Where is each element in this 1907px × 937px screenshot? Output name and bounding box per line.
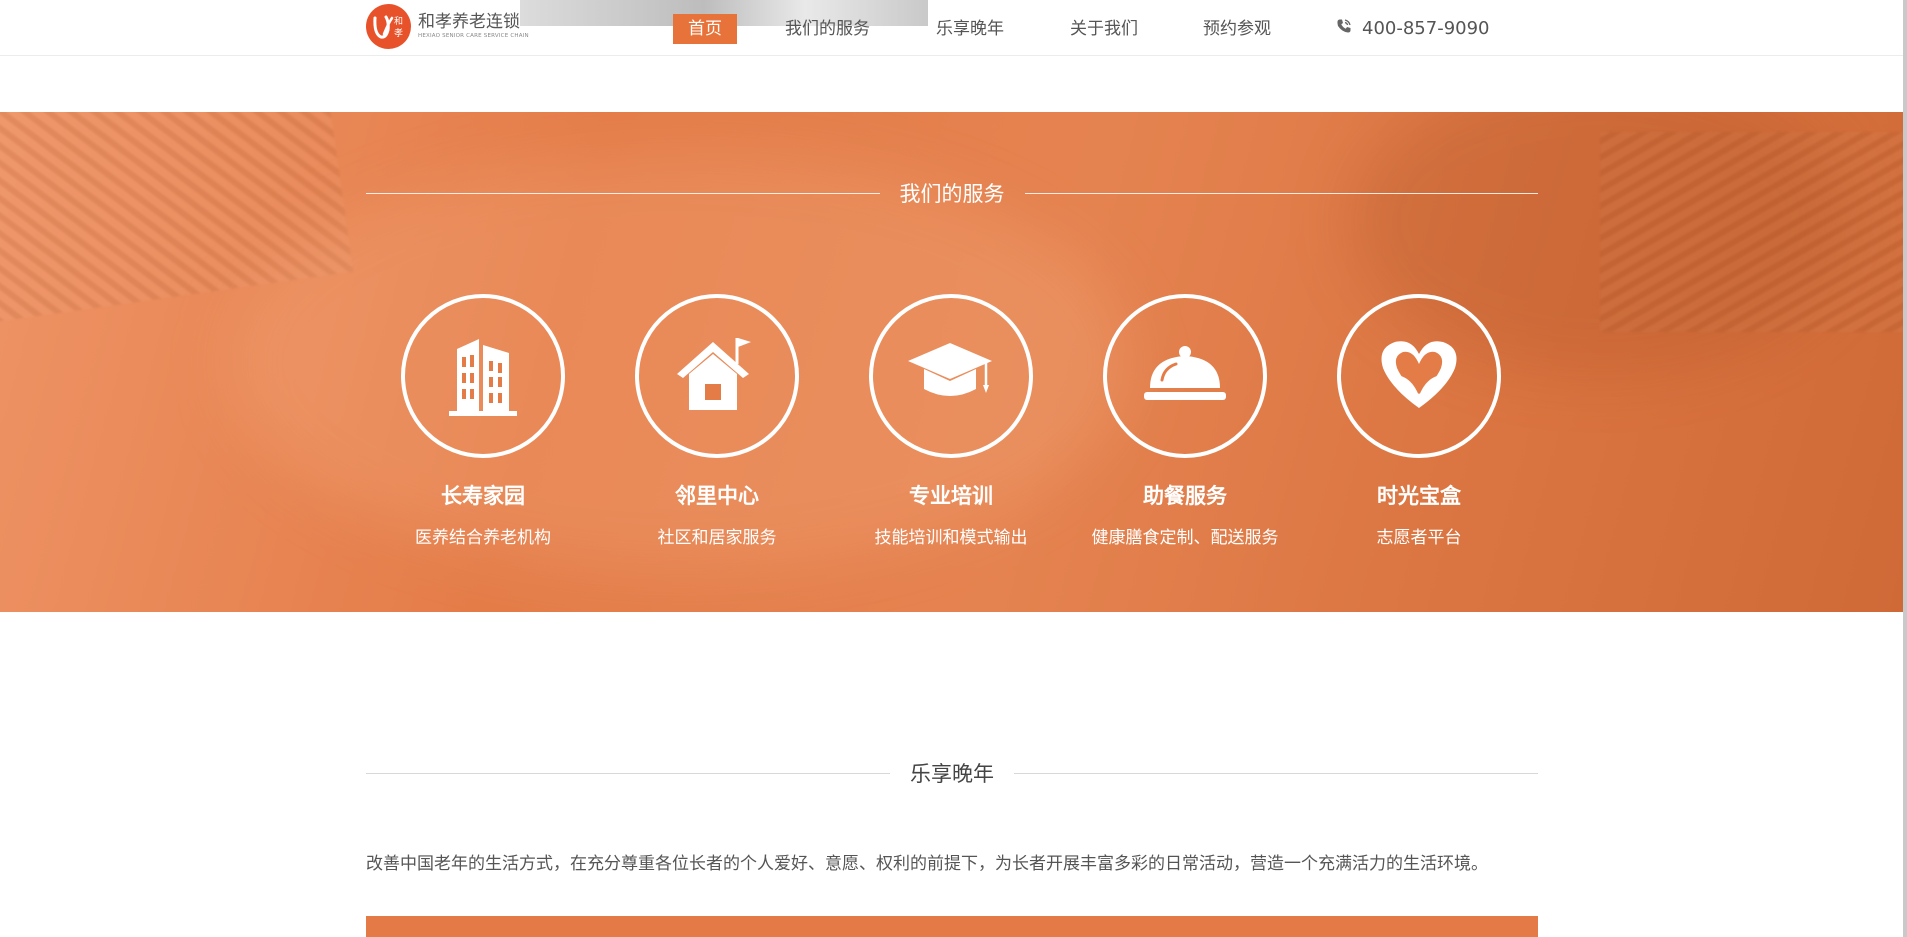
brand-logo[interactable]: 和 孝 和孝养老连锁 HEXIAO SENIOR CARE SERVICE CH… — [366, 4, 529, 49]
service-card-longevity[interactable]: 长寿家园 医养结合养老机构 — [373, 294, 593, 548]
services-title: 我们的服务 — [899, 182, 1005, 206]
service-icon-circle — [401, 294, 565, 458]
heart-leaves-icon — [1377, 336, 1461, 416]
service-icon-circle — [1103, 294, 1267, 458]
graduation-cap-icon — [906, 339, 996, 413]
lexiang-title: 乐享晚年 — [910, 762, 994, 786]
buildings-icon — [445, 331, 521, 421]
services-heading: 我们的服务 — [366, 178, 1538, 208]
service-icon-circle — [635, 294, 799, 458]
service-title: 助餐服务 — [1143, 484, 1227, 508]
scrollbar-thumb[interactable] — [1903, 0, 1907, 937]
service-subtitle: 社区和居家服务 — [657, 528, 777, 548]
divider-line — [1024, 192, 1538, 194]
service-subtitle: 技能培训和模式输出 — [874, 528, 1028, 548]
service-card-training[interactable]: 专业培训 技能培训和模式输出 — [841, 294, 1061, 548]
nav-item-lexiang[interactable]: 乐享晚年 — [936, 14, 1004, 44]
divider-line — [366, 772, 890, 774]
service-card-meals[interactable]: 助餐服务 健康膳食定制、配送服务 — [1075, 294, 1295, 548]
nav-item-services[interactable]: 我们的服务 — [785, 14, 870, 44]
logo-mark-icon: 和 孝 — [366, 4, 411, 49]
brand-tagline: HEXIAO SENIOR CARE SERVICE CHAIN — [418, 32, 529, 39]
lexiang-description: 改善中国老年的生活方式，在充分尊重各位长者的个人爱好、意愿、权利的前提下，为长者… — [366, 854, 1488, 874]
lexiang-banner — [366, 916, 1538, 937]
phone-contact[interactable]: 400-857-9090 — [1336, 14, 1490, 44]
svg-text:和: 和 — [394, 16, 403, 27]
service-icon-circle — [1337, 294, 1501, 458]
phone-icon — [1336, 14, 1362, 44]
svg-text:孝: 孝 — [394, 28, 403, 39]
service-card-neighborhood[interactable]: 邻里中心 社区和居家服务 — [607, 294, 827, 548]
service-card-timebox[interactable]: 时光宝盒 志愿者平台 — [1309, 294, 1529, 548]
divider-line — [366, 192, 880, 194]
service-subtitle: 志愿者平台 — [1376, 528, 1462, 548]
nav-item-about[interactable]: 关于我们 — [1070, 14, 1138, 44]
service-subtitle: 健康膳食定制、配送服务 — [1091, 528, 1279, 548]
site-header: 和 孝 和孝养老连锁 HEXIAO SENIOR CARE SERVICE CH… — [0, 0, 1903, 56]
house-flag-icon — [675, 334, 759, 418]
divider-line — [1014, 772, 1538, 774]
brand-name: 和孝养老连锁 — [418, 11, 520, 32]
service-title: 时光宝盒 — [1377, 484, 1461, 508]
service-title: 专业培训 — [909, 484, 993, 508]
lexiang-heading: 乐享晚年 — [366, 758, 1538, 788]
service-icon-circle — [869, 294, 1033, 458]
service-subtitle: 医养结合养老机构 — [415, 528, 551, 548]
food-cloche-icon — [1142, 342, 1228, 410]
service-title: 邻里中心 — [675, 484, 759, 508]
phone-number: 400-857-9090 — [1362, 18, 1490, 39]
page-scrollbar[interactable] — [1903, 0, 1907, 937]
nav-item-home[interactable]: 首页 — [673, 14, 737, 44]
nav-item-booking[interactable]: 预约参观 — [1203, 14, 1271, 44]
service-title: 长寿家园 — [441, 484, 525, 508]
